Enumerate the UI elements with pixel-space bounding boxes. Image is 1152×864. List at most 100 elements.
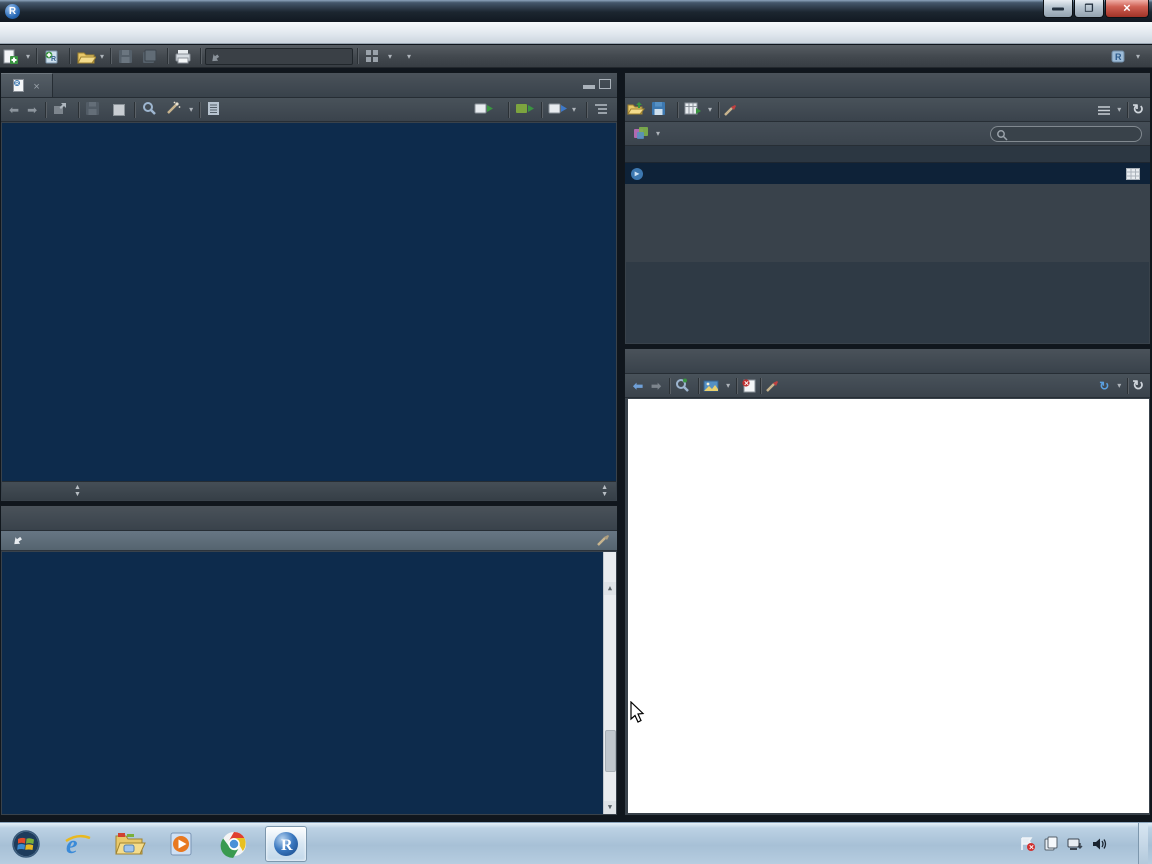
import-caret-icon[interactable]: ▾ xyxy=(708,105,712,114)
show-in-new-window-icon[interactable] xyxy=(52,101,72,118)
goto-arrow-icon xyxy=(209,51,221,63)
view-table-icon[interactable] xyxy=(1126,168,1140,180)
show-desktop-button[interactable] xyxy=(1138,823,1148,864)
export-plot-icon[interactable] xyxy=(703,379,720,393)
grid-caret-icon[interactable]: ▾ xyxy=(388,52,392,61)
mouse-cursor xyxy=(629,701,647,725)
code-tools-icon[interactable] xyxy=(165,101,185,118)
environment-toolbar: ▾ ▾ ↻ xyxy=(625,98,1150,122)
maximize-pane-icon[interactable] xyxy=(599,79,611,89)
svg-text:R: R xyxy=(15,81,19,87)
source-caret-icon[interactable]: ▾ xyxy=(572,105,576,114)
svg-text:R: R xyxy=(1115,52,1122,62)
volume-icon[interactable] xyxy=(1091,836,1108,852)
environment-pane: ▾ ▾ ↻ ▾ ▶ xyxy=(624,72,1151,345)
compile-report-icon[interactable] xyxy=(206,101,226,118)
taskbar-media-player[interactable] xyxy=(161,826,203,862)
tab-close-icon[interactable]: × xyxy=(33,81,39,93)
taskbar-internet-explorer[interactable]: e xyxy=(57,826,99,862)
run-icon[interactable] xyxy=(474,101,494,118)
taskbar: e R ✕ xyxy=(0,822,1152,864)
update-icon[interactable] xyxy=(1043,836,1059,852)
save-script-icon[interactable] xyxy=(85,101,105,118)
plots-tabstrip xyxy=(625,349,1150,374)
export-caret-icon[interactable]: ▾ xyxy=(726,381,730,390)
find-icon[interactable] xyxy=(141,101,161,118)
minimize-button[interactable] xyxy=(1043,0,1073,18)
open-recent-caret-icon[interactable]: ▾ xyxy=(100,52,104,61)
plot-canvas xyxy=(628,399,1149,813)
plots-pane: ⬅ ➡ ▾ ✕ ↻ ▾ ↻ xyxy=(624,348,1151,816)
zoom-plot-icon[interactable] xyxy=(674,378,690,393)
console-scrollbar[interactable]: ▲ ▼ xyxy=(603,552,616,814)
search-icon xyxy=(996,129,1008,141)
svg-text:e: e xyxy=(66,830,78,859)
forward-icon[interactable]: ➡ xyxy=(27,103,37,117)
taskbar-chrome[interactable] xyxy=(213,826,255,862)
window-titlebar[interactable]: R ❐ ✕ xyxy=(0,0,1152,22)
save-icon[interactable] xyxy=(117,48,137,65)
back-icon[interactable]: ⬅ xyxy=(9,103,19,117)
refresh-icon[interactable]: ↻ xyxy=(1132,101,1144,118)
addins-caret-icon[interactable]: ▾ xyxy=(407,52,411,61)
environment-search-input[interactable] xyxy=(990,126,1142,142)
project-cube-icon: R xyxy=(1110,48,1126,64)
project-menu-button[interactable]: R ▾ xyxy=(1110,48,1142,64)
source-toolbar: ⬅ ➡ ▾ xyxy=(1,98,617,122)
import-dataset-icon[interactable] xyxy=(684,101,704,118)
source-on-save-checkbox[interactable] xyxy=(113,104,125,116)
project-caret-icon: ▾ xyxy=(1136,52,1140,61)
restore-button[interactable]: ❐ xyxy=(1074,0,1104,18)
document-outline-icon[interactable] xyxy=(593,101,613,118)
goto-directory-icon[interactable] xyxy=(12,535,24,546)
taskbar-rstudio[interactable]: R xyxy=(265,826,307,862)
new-file-icon[interactable] xyxy=(2,48,22,65)
new-project-icon[interactable]: R xyxy=(43,48,63,65)
goto-file-function-input[interactable] xyxy=(205,48,353,65)
close-button[interactable]: ✕ xyxy=(1105,0,1149,18)
new-file-caret-icon[interactable]: ▾ xyxy=(26,52,30,61)
svg-text:R: R xyxy=(51,56,56,63)
expand-object-icon[interactable]: ▶ xyxy=(631,168,643,180)
minimize-pane-icon[interactable] xyxy=(583,85,595,89)
source-editor[interactable] xyxy=(2,123,616,481)
clear-console-icon[interactable] xyxy=(596,534,611,547)
environment-selector-row: ▾ xyxy=(625,122,1150,146)
code-tools-caret-icon[interactable]: ▾ xyxy=(189,105,193,114)
rerun-icon[interactable] xyxy=(515,101,535,118)
remove-plot-icon[interactable]: ✕ xyxy=(741,379,756,393)
scroll-up-icon[interactable]: ▲ xyxy=(604,582,616,595)
save-workspace-icon[interactable] xyxy=(651,101,671,118)
open-file-icon[interactable] xyxy=(76,48,96,65)
tab-my-first-script[interactable]: R × xyxy=(1,73,53,97)
start-button[interactable] xyxy=(5,826,47,862)
list-view-icon[interactable] xyxy=(1097,104,1111,116)
save-all-icon[interactable] xyxy=(141,48,161,65)
publish-icon[interactable]: ↻ xyxy=(1099,379,1109,393)
svg-text:✕: ✕ xyxy=(1029,844,1035,851)
addins-grid-icon[interactable] xyxy=(364,48,384,65)
svg-text:✕: ✕ xyxy=(744,380,750,387)
refresh-plot-icon[interactable]: ↻ xyxy=(1132,377,1144,394)
source-tabstrip: R × xyxy=(1,73,617,98)
source-icon[interactable] xyxy=(548,101,568,118)
publish-caret-icon[interactable]: ▾ xyxy=(1117,381,1121,390)
taskbar-windows-explorer[interactable] xyxy=(109,826,151,862)
console-output[interactable]: ▲ ▼ xyxy=(2,552,616,814)
main-toolbar: ▾ R ▾ ▾ ▾ xyxy=(0,45,1152,68)
load-workspace-icon[interactable] xyxy=(627,101,647,118)
print-icon[interactable] xyxy=(174,48,194,65)
rstudio-app-icon: R xyxy=(5,4,20,19)
network-icon[interactable] xyxy=(1066,836,1084,852)
menubar xyxy=(0,22,1152,44)
list-caret-icon[interactable]: ▾ xyxy=(1117,105,1121,114)
clear-plots-icon[interactable] xyxy=(765,379,780,393)
action-center-icon[interactable]: ✕ xyxy=(1019,836,1036,852)
previous-plot-icon[interactable]: ⬅ xyxy=(633,379,643,393)
env-caret-icon[interactable]: ▾ xyxy=(656,129,660,138)
object-row-murders[interactable]: ▶ xyxy=(625,163,1150,184)
next-plot-icon[interactable]: ➡ xyxy=(651,379,661,393)
svg-text:R: R xyxy=(281,837,293,854)
scroll-down-icon[interactable]: ▼ xyxy=(604,801,616,814)
clear-environment-icon[interactable] xyxy=(723,103,738,117)
